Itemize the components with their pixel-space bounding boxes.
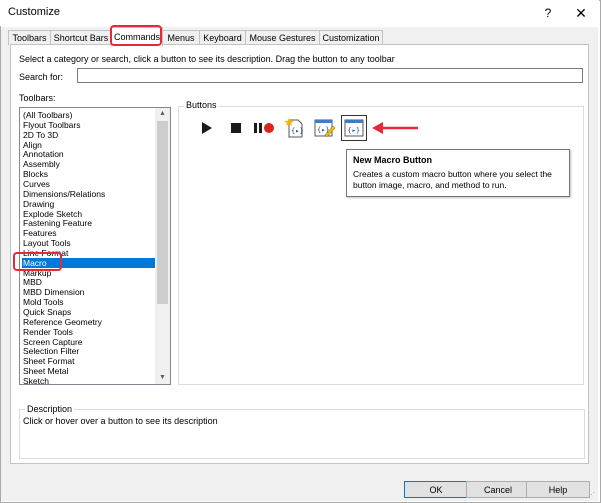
tab-customization[interactable]: Customization (319, 30, 383, 45)
annotation-arrow-icon (372, 122, 418, 134)
window-title: Customize (8, 6, 60, 18)
help-button[interactable]: Help (526, 481, 590, 498)
toolbar-list-item[interactable]: Quick Snaps (22, 307, 158, 317)
svg-text:{▸}: {▸} (348, 127, 361, 135)
toolbar-list-item[interactable]: (All Toolbars) (22, 110, 158, 120)
scroll-up-arrow-icon[interactable]: ▲ (155, 108, 170, 120)
toolbar-list-item[interactable]: MBD (22, 277, 158, 287)
cancel-button[interactable]: Cancel (466, 481, 530, 498)
description-text: Click or hover over a button to see its … (23, 416, 218, 426)
buttons-group (178, 106, 584, 385)
tab-mouse-gestures[interactable]: Mouse Gestures (245, 30, 320, 45)
tooltip-description: Creates a custom macro button where you … (353, 169, 552, 190)
toolbar-list-item[interactable]: Selection Filter (22, 346, 158, 356)
toolbar-list-item[interactable]: Sheet Format (22, 356, 158, 366)
buttons-group-label: Buttons (184, 100, 219, 110)
new-macro-icon[interactable]: {▸} (284, 117, 306, 139)
toolbars-label: Toolbars: (19, 93, 56, 103)
help-icon[interactable]: ? (538, 4, 558, 22)
toolbar-list-item[interactable]: Dimensions/Relations (22, 189, 158, 199)
toolbar-list-item[interactable]: Features (22, 228, 158, 238)
tab-keyboard[interactable]: Keyboard (199, 30, 246, 45)
toolbar-list-item[interactable]: 2D To 3D (22, 130, 158, 140)
tab-menus[interactable]: Menus (162, 30, 200, 45)
description-label: Description (25, 404, 75, 414)
toolbars-list[interactable]: (All Toolbars) Flyout Toolbars 2D To 3D Ali… (19, 107, 171, 385)
toolbar-list-item[interactable]: MBD Dimension (22, 287, 158, 297)
new-macro-button-icon[interactable]: {▸} (343, 117, 365, 139)
toolbar-list-item[interactable]: Explode Sketch (22, 209, 158, 219)
search-input[interactable] (77, 68, 583, 83)
search-label: Search for: (19, 72, 64, 82)
scroll-down-arrow-icon[interactable]: ▼ (155, 372, 170, 384)
toolbar-list-item[interactable]: Layout Tools (22, 238, 158, 248)
toolbar-list-item[interactable]: Drawing (22, 199, 158, 209)
toolbar-list-item[interactable]: Sheet Metal (22, 366, 158, 376)
title-bar (0, 0, 599, 26)
tab-toolbars[interactable]: Toolbars (8, 30, 51, 45)
ok-button[interactable]: OK (404, 481, 468, 498)
toolbar-list-item[interactable]: Annotation (22, 149, 158, 159)
close-icon[interactable]: ✕ (569, 3, 593, 23)
toolbar-list-item[interactable]: Screen Capture (22, 337, 158, 347)
button-tooltip: New Macro Button Creates a custom macro … (346, 149, 570, 197)
toolbar-list-item[interactable]: Flyout Toolbars (22, 120, 158, 130)
tooltip-title: New Macro Button (353, 155, 433, 165)
edit-macro-icon[interactable]: {▸} (313, 117, 335, 139)
toolbar-list-item[interactable]: Reference Geometry (22, 317, 158, 327)
toolbar-list-item[interactable]: Blocks (22, 169, 158, 179)
toolbar-list-item[interactable]: Align (22, 140, 158, 150)
toolbar-list-item[interactable]: Fastening Feature (22, 218, 158, 228)
toolbar-list-item[interactable]: Curves (22, 179, 158, 189)
stop-macro-icon[interactable] (225, 117, 247, 139)
scroll-thumb[interactable] (157, 121, 168, 304)
toolbar-list-item[interactable]: Render Tools (22, 327, 158, 337)
tab-shortcut-bars[interactable]: Shortcut Bars (50, 30, 112, 45)
macro-item-highlight (13, 252, 62, 271)
run-macro-icon[interactable] (195, 117, 217, 139)
resize-grip-icon[interactable]: ⋰ (588, 491, 598, 501)
instructions-text: Select a category or search, click a but… (19, 54, 395, 64)
pause-record-macro-icon[interactable] (253, 117, 275, 139)
svg-text:{▸}: {▸} (291, 127, 304, 135)
toolbar-list-item[interactable]: Assembly (22, 159, 158, 169)
toolbar-list-item[interactable]: Sketch (22, 376, 158, 384)
toolbars-list-scrollbar[interactable]: ▲ ▼ (155, 108, 170, 384)
toolbar-list-item[interactable]: Mold Tools (22, 297, 158, 307)
commands-tab-highlight (110, 25, 162, 46)
